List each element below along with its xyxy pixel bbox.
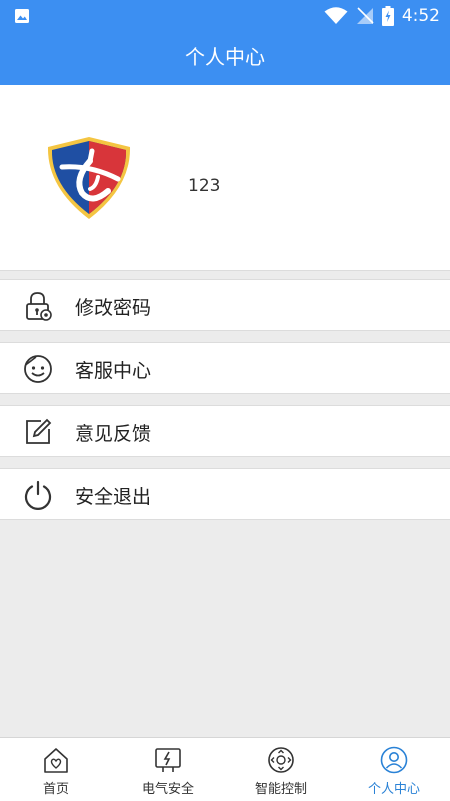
profile-card: 123 [0, 85, 450, 271]
control-icon [268, 747, 294, 773]
username: 123 [188, 176, 221, 196]
status-bar: 4:52 [0, 0, 450, 32]
app-header: 个人中心 [0, 32, 450, 85]
tab-smart-control[interactable]: 智能控制 [225, 738, 337, 801]
status-time: 4:52 [401, 6, 440, 26]
tab-home[interactable]: 首页 [0, 738, 112, 801]
menu-item-customer-service[interactable]: 客服中心 [0, 342, 450, 394]
home-icon [44, 748, 68, 773]
power-icon [24, 480, 52, 510]
image-notification-icon [15, 9, 29, 23]
edit-pencil-icon [26, 418, 52, 444]
menu-label: 客服中心 [75, 360, 152, 382]
smiley-face-icon [24, 355, 52, 383]
tab-label: 电气安全 [141, 782, 194, 797]
battery-icon [381, 6, 394, 26]
electric-icon [155, 748, 181, 772]
menu-item-logout[interactable]: 安全退出 [0, 468, 450, 520]
tab-label: 智能控制 [254, 782, 307, 797]
signal-icon [356, 7, 374, 24]
app-logo [47, 137, 131, 219]
tab-electrical-safety[interactable]: 电气安全 [112, 738, 224, 801]
tab-label: 个人中心 [367, 782, 420, 797]
user-icon [380, 746, 408, 774]
page-title: 个人中心 [185, 45, 265, 69]
tab-personal-center[interactable]: 个人中心 [338, 738, 450, 801]
bottom-nav: 首页 电气安全 智能控制 个人中心 [0, 737, 450, 801]
menu-label: 修改密码 [75, 297, 152, 319]
menu-item-feedback[interactable]: 意见反馈 [0, 405, 450, 457]
menu-label: 安全退出 [75, 486, 152, 508]
menu-item-change-password[interactable]: 修改密码 [0, 279, 450, 331]
lock-gear-icon [26, 292, 52, 321]
menu-label: 意见反馈 [75, 423, 152, 445]
tab-label: 首页 [42, 782, 69, 797]
wifi-icon [324, 7, 348, 24]
